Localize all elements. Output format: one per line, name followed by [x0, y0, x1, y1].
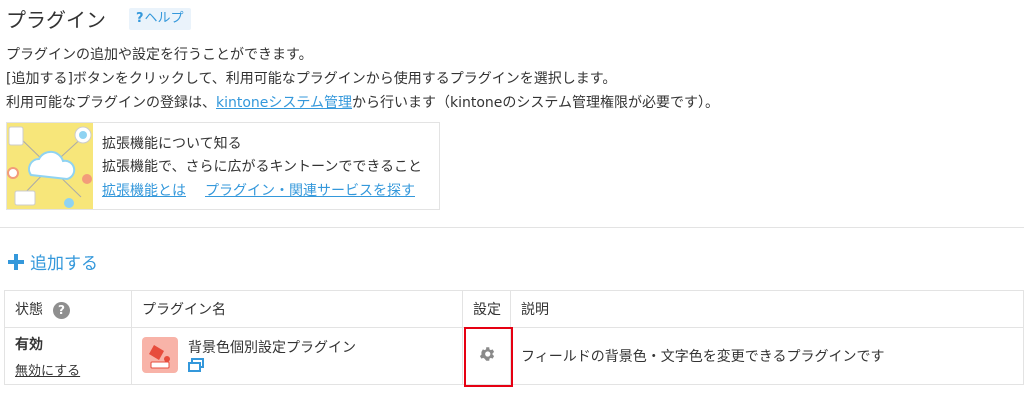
description-line-3-suffix: から行います（kintoneのシステム管理権限が必要です）。	[352, 95, 719, 111]
description-line-1: プラグインの追加や設定を行うことができます。	[6, 47, 313, 63]
what-is-extension-link[interactable]: 拡張機能とは	[102, 180, 186, 200]
extension-card-subtitle: 拡張機能で、さらに広がるキントーンでできること	[102, 159, 423, 175]
description-line-3: 利用可能なプラグインの登録は、kintoneシステム管理から行います（kinto…	[6, 92, 719, 112]
find-plugins-link[interactable]: プラグイン・関連サービスを探す	[205, 180, 415, 200]
table-header-row: 状態? プラグイン名 設定 説明	[4, 290, 1024, 328]
column-description: 説明	[510, 290, 1024, 328]
page-title: プラグイン	[6, 8, 106, 32]
add-plugin-label: 追加する	[30, 254, 98, 274]
status-help-icon[interactable]: ?	[53, 301, 70, 319]
plugin-paint-bucket-icon	[142, 336, 178, 373]
plus-icon	[8, 252, 24, 272]
extension-illustration	[7, 123, 93, 209]
open-plugin-window-icon[interactable]	[188, 357, 356, 376]
column-status-label: 状態	[15, 302, 43, 318]
description-line-2: [追加する]ボタンをクリックして、利用可能なプラグインから使用するプラグインを選…	[6, 71, 617, 87]
table-row: 有効 無効にする 背景色個別設定プラグイン フィールドの背景色・文字色を変更でき…	[4, 327, 1024, 385]
plugin-name-cell: 背景色個別設定プラグイン	[131, 327, 463, 385]
plugin-table: 状態? プラグイン名 設定 説明 有効 無効にする 背景色個別設定プラグイン フ…	[4, 290, 1024, 385]
status-enabled-label: 有効	[15, 336, 43, 353]
plugin-name: 背景色個別設定プラグイン	[188, 339, 356, 356]
section-divider	[0, 227, 1024, 228]
column-plugin-name: プラグイン名	[131, 290, 463, 328]
extension-info-card: 拡張機能について知る 拡張機能で、さらに広がるキントーンでできること 拡張機能と…	[6, 122, 440, 210]
column-status: 状態?	[4, 290, 132, 328]
help-button[interactable]: ?ヘルプ	[129, 8, 191, 30]
column-settings: 設定	[462, 290, 511, 328]
settings-highlight-box	[464, 327, 513, 387]
description-line-3-prefix: 利用可能なプラグインの登録は、	[6, 95, 216, 111]
description-cell: フィールドの背景色・文字色を変更できるプラグインです	[510, 327, 1024, 385]
extension-card-title: 拡張機能について知る	[102, 136, 242, 152]
system-admin-link[interactable]: kintoneシステム管理	[216, 95, 352, 111]
help-question-icon: ?	[136, 11, 144, 26]
disable-plugin-link[interactable]: 無効にする	[15, 364, 80, 379]
status-cell: 有効 無効にする	[4, 327, 132, 385]
add-plugin-button[interactable]: 追加する	[8, 249, 98, 274]
help-label: ヘルプ	[144, 11, 184, 26]
